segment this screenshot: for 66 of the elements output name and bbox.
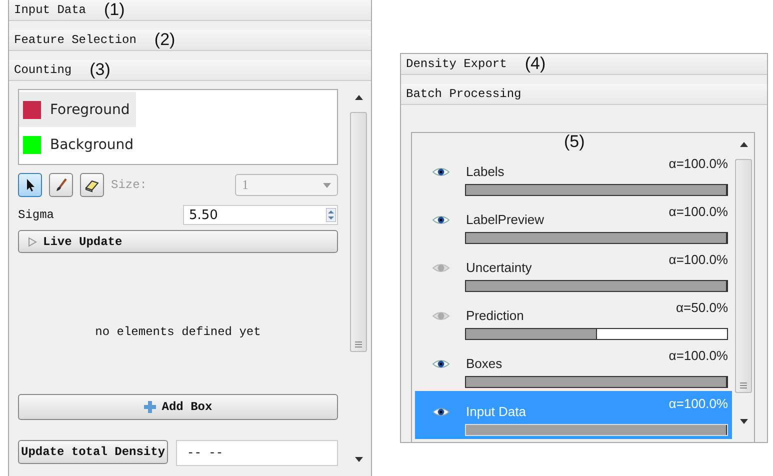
layer-name: Input Data [466, 404, 526, 419]
label-item[interactable]: Foreground [19, 92, 136, 127]
layer-item[interactable]: Prediction α=50.0% [415, 295, 732, 343]
tool-button[interactable] [18, 173, 42, 197]
tool-button[interactable] [80, 173, 104, 197]
section-title: Feature Selection [14, 33, 136, 47]
opacity-value: α=100.0% [668, 156, 728, 171]
section-header[interactable]: Batch Processing [401, 84, 767, 105]
live-update-button[interactable]: Live Update [18, 230, 338, 253]
spin-arrows-icon [326, 208, 336, 222]
opacity-slider[interactable] [465, 424, 728, 436]
opacity-slider[interactable] [465, 184, 728, 196]
label-item[interactable]: Background [19, 127, 140, 162]
sigma-spinbox[interactable]: 5.50 [183, 205, 338, 225]
annotation-label: (5) [564, 133, 585, 151]
annotation-label: (1) [104, 1, 125, 19]
opacity-value: α=100.0% [668, 348, 728, 363]
section-header[interactable]: Feature Selection (2) [9, 30, 371, 51]
layer-name: Boxes [466, 356, 502, 371]
opacity-value: α=50.0% [676, 300, 728, 315]
section-header[interactable]: Density Export (4) [401, 54, 767, 75]
annotation-label: (3) [90, 61, 110, 79]
opacity-value: α=100.0% [668, 396, 728, 411]
scroll-down-icon [354, 457, 362, 462]
eye-icon[interactable] [432, 166, 450, 176]
scroll-down-icon [740, 419, 748, 424]
opacity-value: α=100.0% [668, 252, 728, 267]
section-title: Counting [14, 63, 72, 77]
layer-item[interactable]: Boxes α=100.0% [415, 343, 732, 391]
layer-name: Uncertainty [466, 260, 532, 275]
scroll-thumb[interactable] [735, 159, 752, 393]
section-title: Batch Processing [406, 87, 522, 101]
opacity-slider[interactable] [465, 376, 728, 388]
update-density-button[interactable]: Update total Density [18, 440, 168, 464]
opacity-slider[interactable] [465, 280, 728, 292]
eye-icon[interactable] [432, 214, 450, 224]
section-header[interactable]: Input Data (1) [9, 0, 371, 21]
empty-message: no elements defined yet [95, 325, 261, 339]
annotation-label: (4) [524, 55, 546, 73]
triangle-right-icon [27, 236, 37, 246]
section-header[interactable]: Counting (3) [9, 60, 371, 81]
section-title: Density Export [406, 57, 507, 71]
layer-name: Labels [466, 164, 504, 179]
scroll-up-icon [354, 95, 362, 100]
annotation-label: (2) [154, 31, 176, 49]
layer-name: Prediction [466, 308, 524, 323]
sigma-label: Sigma [18, 208, 54, 222]
eye-icon[interactable] [432, 406, 450, 416]
grip-icon [355, 341, 362, 348]
opacity-slider[interactable] [465, 232, 728, 244]
layer-item[interactable]: Uncertainty α=100.0% [415, 247, 732, 295]
layer-item[interactable]: LabelPreview α=100.0% [415, 199, 732, 247]
eye-icon[interactable] [432, 358, 450, 368]
add-box-button[interactable]: Add Box [18, 394, 338, 420]
layer-name: LabelPreview [466, 212, 544, 227]
grip-icon [740, 382, 747, 389]
section-title: Input Data [14, 3, 86, 17]
density-value-field: -- -- [176, 440, 338, 466]
opacity-value: α=100.0% [668, 204, 728, 219]
opacity-slider[interactable] [465, 328, 728, 340]
plus-icon [144, 401, 156, 413]
size-label: Size: [111, 178, 148, 192]
dropdown-arrow-icon [323, 182, 331, 188]
scroll-up-icon [740, 142, 748, 147]
layer-item[interactable]: Labels α=100.0% [415, 151, 732, 199]
scroll-thumb[interactable] [350, 112, 367, 352]
